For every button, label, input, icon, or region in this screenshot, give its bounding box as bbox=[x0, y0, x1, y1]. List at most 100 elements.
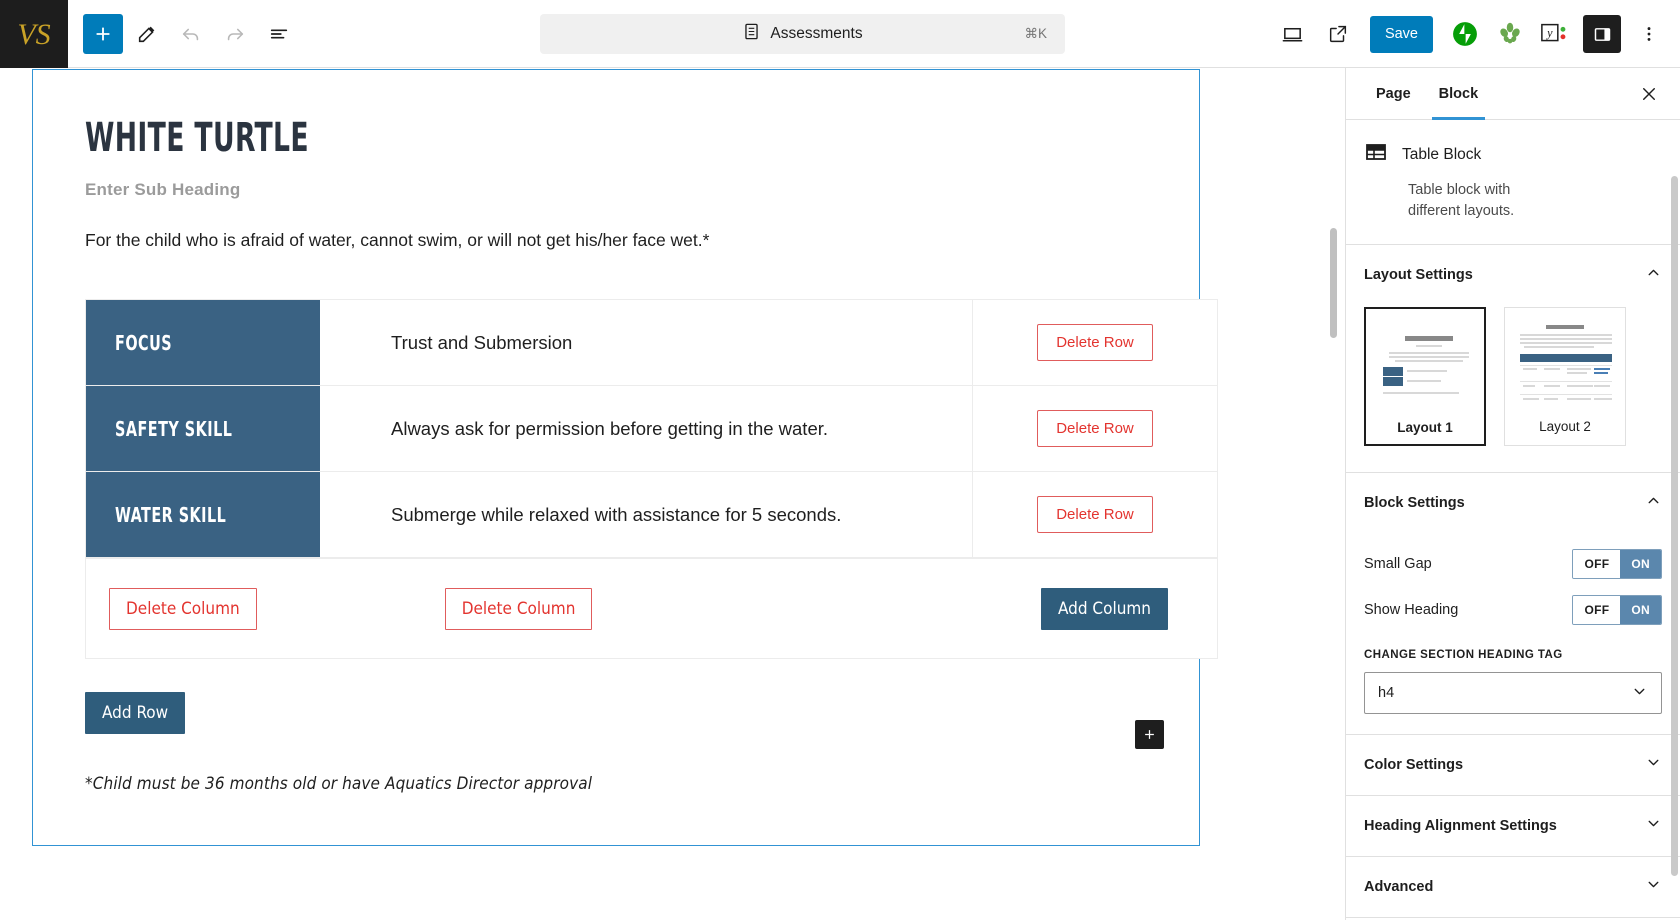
sub-heading-placeholder[interactable]: Enter Sub Heading bbox=[85, 180, 1147, 200]
add-column-button[interactable]: Add Column bbox=[1041, 588, 1168, 630]
tab-page[interactable]: Page bbox=[1362, 68, 1425, 120]
layout-option-1[interactable]: Layout 1 bbox=[1364, 307, 1486, 446]
yoast-icon[interactable]: y bbox=[1534, 13, 1576, 55]
panel-layout-settings-body: Layout 1 bbox=[1346, 305, 1680, 472]
panel-advanced-header[interactable]: Advanced bbox=[1346, 857, 1680, 917]
sidebar-tabs: Page Block bbox=[1346, 68, 1680, 120]
document-overview-icon[interactable] bbox=[259, 14, 299, 54]
chevron-down-icon bbox=[1645, 815, 1662, 837]
delete-row-button[interactable]: Delete Row bbox=[1037, 324, 1153, 361]
row-label-cell[interactable]: SAFETY SKILL bbox=[86, 386, 320, 471]
view-external-icon[interactable] bbox=[1317, 13, 1359, 55]
row-content-cell[interactable]: Submerge while relaxed with assistance f… bbox=[320, 472, 973, 557]
row-action-cell: Delete Row bbox=[973, 300, 1217, 385]
chevron-down-icon bbox=[1631, 683, 1648, 704]
document-title-bar[interactable]: Assessments ⌘K bbox=[540, 14, 1065, 54]
setting-show-heading: Show Heading OFF ON bbox=[1364, 595, 1662, 625]
svg-text:VS: VS bbox=[17, 18, 50, 51]
row-label-cell[interactable]: WATER SKILL bbox=[86, 472, 320, 557]
chevron-up-icon bbox=[1645, 264, 1662, 286]
panel-block-settings-header[interactable]: Block Settings bbox=[1346, 473, 1680, 533]
panel-block-settings: Block Settings Small Gap OFF ON Show Hea… bbox=[1346, 473, 1680, 735]
layout-1-preview bbox=[1371, 314, 1479, 415]
sidebar-panel-icon[interactable] bbox=[1583, 15, 1621, 53]
sidebar-scrollbar[interactable] bbox=[1671, 176, 1678, 876]
chevron-up-icon bbox=[1645, 492, 1662, 514]
panel-color-settings: Color Settings bbox=[1346, 735, 1680, 796]
chevron-down-icon bbox=[1645, 754, 1662, 776]
svg-text:y: y bbox=[1545, 26, 1553, 40]
layout-2-preview bbox=[1510, 313, 1620, 414]
heading-tag-label: CHANGE SECTION HEADING TAG bbox=[1364, 649, 1662, 661]
footnote-text[interactable]: *Child must be 36 months old or have Aqu… bbox=[85, 774, 1147, 794]
row-action-cell: Delete Row bbox=[973, 386, 1217, 471]
jetpack-icon[interactable] bbox=[1444, 13, 1486, 55]
intro-paragraph[interactable]: For the child who is afraid of water, ca… bbox=[85, 230, 1147, 251]
small-gap-toggle[interactable]: OFF ON bbox=[1572, 549, 1662, 579]
block-appender-button[interactable] bbox=[1135, 720, 1164, 749]
add-row-wrapper: Add Row bbox=[85, 692, 1147, 734]
row-label-cell[interactable]: FOCUS bbox=[86, 300, 320, 385]
chevron-down-icon bbox=[1645, 876, 1662, 898]
redo-icon[interactable] bbox=[215, 14, 255, 54]
assessment-table: FOCUS Trust and Submersion Delete Row SA… bbox=[85, 299, 1218, 659]
table-icon bbox=[1364, 140, 1388, 169]
settings-sidebar: Page Block Table Block Table block with … bbox=[1345, 68, 1680, 920]
edit-pencil-icon[interactable] bbox=[127, 14, 167, 54]
undo-icon[interactable] bbox=[171, 14, 211, 54]
panel-layout-settings-header[interactable]: Layout Settings bbox=[1346, 245, 1680, 305]
plant-icon[interactable] bbox=[1489, 13, 1531, 55]
block-name: Table Block bbox=[1402, 146, 1481, 164]
desktop-preview-icon[interactable] bbox=[1272, 13, 1314, 55]
panel-advanced: Advanced bbox=[1346, 857, 1680, 918]
show-heading-off-option[interactable]: OFF bbox=[1573, 596, 1620, 624]
page-title: WHITE TURTLE bbox=[85, 118, 871, 158]
panel-layout-settings: Layout Settings bbox=[1346, 245, 1680, 473]
row-content-cell[interactable]: Trust and Submersion bbox=[320, 300, 973, 385]
row-label-text: FOCUS bbox=[115, 331, 172, 355]
close-icon[interactable] bbox=[1632, 77, 1666, 111]
kebab-menu-icon[interactable] bbox=[1628, 13, 1670, 55]
editor-top-bar: VS Assessments ⌘K Save bbox=[0, 0, 1680, 68]
panel-title: Advanced bbox=[1364, 879, 1433, 895]
page-icon bbox=[742, 22, 761, 46]
save-button[interactable]: Save bbox=[1370, 16, 1433, 53]
site-logo[interactable]: VS bbox=[0, 0, 68, 68]
panel-title: Block Settings bbox=[1364, 495, 1465, 511]
small-gap-on-option[interactable]: ON bbox=[1620, 550, 1661, 578]
canvas-scrollbar[interactable] bbox=[1330, 228, 1337, 338]
show-heading-toggle[interactable]: OFF ON bbox=[1572, 595, 1662, 625]
table-column-controls: Delete Column Delete Column Add Column bbox=[86, 558, 1217, 658]
layout-1-caption: Layout 1 bbox=[1371, 420, 1479, 435]
heading-tag-value: h4 bbox=[1378, 685, 1394, 701]
row-label-text: WATER SKILL bbox=[115, 503, 226, 527]
selected-table-block[interactable]: WHITE TURTLE Enter Sub Heading For the c… bbox=[32, 69, 1200, 846]
panel-block-settings-body: Small Gap OFF ON Show Heading OFF ON CHA… bbox=[1346, 549, 1680, 734]
tab-block[interactable]: Block bbox=[1425, 68, 1493, 120]
show-heading-on-option[interactable]: ON bbox=[1620, 596, 1661, 624]
delete-row-button[interactable]: Delete Row bbox=[1037, 410, 1153, 447]
editor-canvas: WHITE TURTLE Enter Sub Heading For the c… bbox=[0, 68, 1345, 920]
small-gap-off-option[interactable]: OFF bbox=[1573, 550, 1620, 578]
row-content-cell[interactable]: Always ask for permission before getting… bbox=[320, 386, 973, 471]
setting-small-gap: Small Gap OFF ON bbox=[1364, 549, 1662, 579]
panel-color-settings-header[interactable]: Color Settings bbox=[1346, 735, 1680, 795]
layout-option-2[interactable]: Layout 2 bbox=[1504, 307, 1626, 446]
table-row[interactable]: SAFETY SKILL Always ask for permission b… bbox=[86, 386, 1217, 472]
heading-tag-select[interactable]: h4 bbox=[1364, 672, 1662, 714]
panel-title: Color Settings bbox=[1364, 757, 1463, 773]
document-title: Assessments bbox=[770, 25, 862, 43]
delete-column-button-2[interactable]: Delete Column bbox=[445, 588, 593, 630]
panel-heading-alignment-settings: Heading Alignment Settings bbox=[1346, 796, 1680, 857]
table-row[interactable]: FOCUS Trust and Submersion Delete Row bbox=[86, 300, 1217, 386]
panel-heading-alignment-header[interactable]: Heading Alignment Settings bbox=[1346, 796, 1680, 856]
add-row-button[interactable]: Add Row bbox=[85, 692, 185, 734]
delete-column-button-1[interactable]: Delete Column bbox=[109, 588, 257, 630]
small-gap-label: Small Gap bbox=[1364, 556, 1432, 572]
table-row[interactable]: WATER SKILL Submerge while relaxed with … bbox=[86, 472, 1217, 558]
panel-title: Layout Settings bbox=[1364, 267, 1473, 283]
delete-row-button[interactable]: Delete Row bbox=[1037, 496, 1153, 533]
add-block-button[interactable] bbox=[83, 14, 123, 54]
show-heading-label: Show Heading bbox=[1364, 602, 1458, 618]
row-label-text: SAFETY SKILL bbox=[115, 417, 232, 441]
